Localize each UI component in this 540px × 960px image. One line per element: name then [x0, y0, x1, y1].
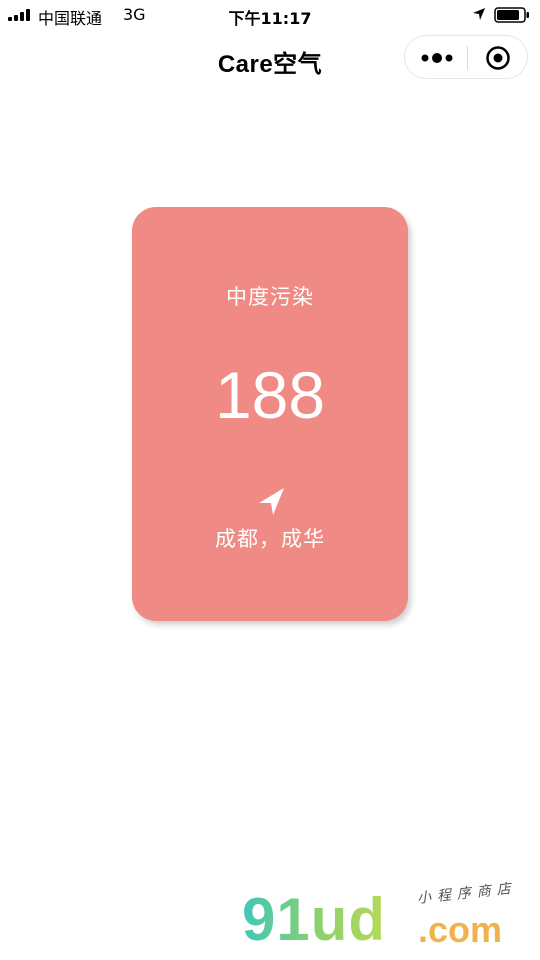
more-button[interactable]	[413, 44, 461, 72]
battery-icon	[494, 7, 529, 23]
capsule-divider	[467, 46, 468, 70]
close-button[interactable]	[475, 41, 521, 75]
more-dot-1	[432, 53, 442, 63]
more-dot-0	[421, 54, 429, 62]
aqi-location: 成都，成华	[215, 527, 325, 551]
mini-program-capsule	[404, 35, 528, 79]
watermark-subtitle: 小程序商店	[416, 880, 518, 907]
watermark-logo: 91ud 小程序商店 .com	[238, 881, 534, 956]
more-dot-2	[445, 54, 453, 62]
status-bar: 中国联通 3G 下午11:17	[0, 0, 540, 30]
watermark-main: 91ud	[242, 886, 387, 953]
close-target-icon	[486, 46, 510, 70]
aqi-value: 188	[214, 358, 326, 432]
aqi-card[interactable]: 中度污染 188 成都，成华	[132, 207, 408, 621]
watermark-domain: .com	[418, 909, 503, 950]
nav-bar: Care空气	[0, 30, 540, 88]
location-arrow-icon	[473, 8, 485, 20]
status-time: 下午11:17	[228, 9, 312, 28]
navigation-arrow-icon	[259, 488, 284, 515]
more-icon	[421, 53, 453, 63]
page: 中国联通 3G 下午11:17 Care空气 中度污染 188 成都，成华 91…	[0, 0, 540, 960]
aqi-level-label: 中度污染	[226, 285, 314, 309]
